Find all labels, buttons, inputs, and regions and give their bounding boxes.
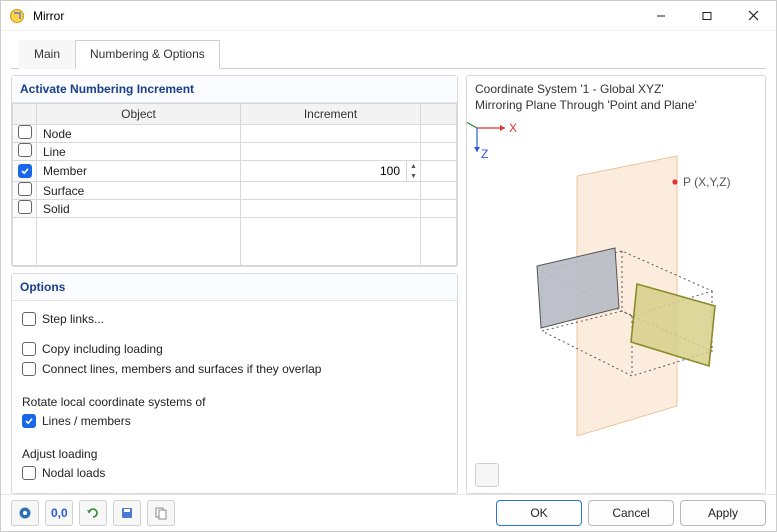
options-panel: Options Step links... Copy including loa…	[11, 273, 458, 494]
label-nodal-loads: Nodal loads	[42, 466, 105, 480]
check-surface[interactable]	[18, 182, 32, 196]
window-title: Mirror	[33, 9, 64, 23]
preview-line2: Mirroring Plane Through 'Point and Plane…	[475, 98, 757, 114]
table-row: Member ▲▼	[13, 161, 457, 182]
units-button[interactable]: 0,00	[45, 500, 73, 526]
cell-object: Solid	[37, 200, 241, 218]
svg-text:Z: Z	[481, 147, 488, 161]
spin-up-icon[interactable]: ▲	[407, 161, 420, 171]
spin-down-icon[interactable]: ▼	[407, 171, 420, 181]
preview-line1: Coordinate System '1 - Global XYZ'	[475, 82, 757, 98]
dialog-footer: 0,00 OK Cancel Apply	[1, 494, 776, 531]
tab-main[interactable]: Main	[19, 40, 75, 69]
maximize-button[interactable]	[684, 1, 730, 30]
options-panel-header: Options	[12, 274, 457, 301]
check-nodal-loads[interactable]	[22, 466, 36, 480]
help-button[interactable]	[11, 500, 39, 526]
cell-object: Surface	[37, 182, 241, 200]
preview-panel: Coordinate System '1 - Global XYZ' Mirro…	[466, 75, 766, 494]
ok-button[interactable]: OK	[496, 500, 582, 526]
cell-object: Line	[37, 143, 241, 161]
mirror-dialog: Mirror Main Numbering & Options Activate…	[0, 0, 777, 532]
spinner[interactable]: ▲▼	[406, 161, 420, 181]
cancel-button[interactable]: Cancel	[588, 500, 674, 526]
table-row: Solid	[13, 200, 457, 218]
titlebar: Mirror	[1, 1, 776, 31]
preview-graphic: X Y Z	[466, 116, 766, 494]
col-object: Object	[37, 104, 241, 125]
preview-tool-button[interactable]	[475, 463, 499, 487]
copy-button[interactable]	[147, 500, 175, 526]
adjust-subheader: Adjust loading	[22, 441, 447, 463]
rotate-subheader: Rotate local coordinate systems of	[22, 389, 447, 411]
label-connect-overlap: Connect lines, members and surfaces if t…	[42, 362, 321, 376]
dialog-content: Main Numbering & Options Activate Number…	[1, 31, 776, 494]
refresh-button[interactable]	[79, 500, 107, 526]
check-step-links[interactable]	[22, 312, 36, 326]
table-row: Line	[13, 143, 457, 161]
save-button[interactable]	[113, 500, 141, 526]
numbering-table: Object Increment Node	[12, 103, 457, 266]
close-button[interactable]	[730, 1, 776, 30]
check-node[interactable]	[18, 125, 32, 139]
svg-text:0,00: 0,00	[51, 507, 67, 519]
cell-object: Member	[37, 161, 241, 182]
tab-strip: Main Numbering & Options	[11, 39, 766, 69]
check-member[interactable]	[18, 164, 32, 178]
app-icon	[9, 8, 25, 24]
label-copy-loading: Copy including loading	[42, 342, 163, 356]
apply-button[interactable]: Apply	[680, 500, 766, 526]
cell-object: Node	[37, 125, 241, 143]
increment-member-input[interactable]: ▲▼	[240, 160, 421, 182]
check-connect-overlap[interactable]	[22, 362, 36, 376]
minimize-button[interactable]	[638, 1, 684, 30]
tab-numbering-options[interactable]: Numbering & Options	[75, 40, 220, 69]
label-lines-members: Lines / members	[42, 414, 131, 428]
svg-text:X: X	[509, 121, 517, 135]
numbering-panel: Activate Numbering Increment Object Incr…	[11, 75, 458, 267]
increment-member-field[interactable]	[241, 161, 406, 181]
check-lines-members[interactable]	[22, 414, 36, 428]
svg-text:P (X,Y,Z): P (X,Y,Z)	[683, 175, 731, 189]
check-line[interactable]	[18, 143, 32, 157]
label-step-links: Step links...	[42, 312, 104, 326]
col-increment: Increment	[241, 104, 421, 125]
check-copy-loading[interactable]	[22, 342, 36, 356]
table-row: Surface	[13, 182, 457, 200]
table-row: Node	[13, 125, 457, 143]
numbering-panel-header: Activate Numbering Increment	[12, 76, 457, 103]
check-solid[interactable]	[18, 200, 32, 214]
